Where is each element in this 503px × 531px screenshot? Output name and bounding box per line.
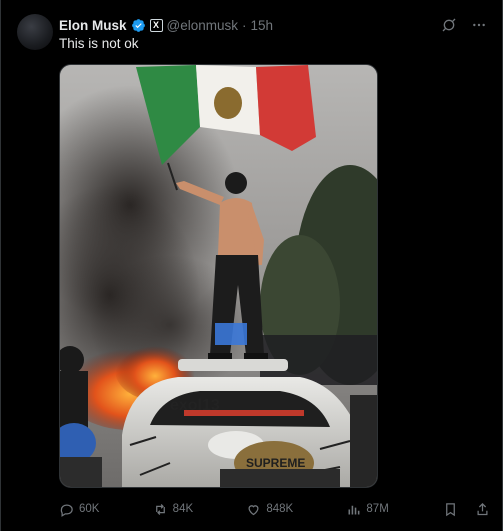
cap-text: SUPREME	[246, 456, 305, 470]
grok-icon[interactable]	[440, 16, 458, 34]
author-name[interactable]: Elon Musk	[59, 18, 127, 33]
author-handle[interactable]: @elonmusk	[167, 18, 238, 33]
secondary-actions	[442, 500, 492, 518]
repost-button[interactable]: 84K	[153, 502, 193, 517]
tweet-photo[interactable]: exol13 SUPREME	[59, 64, 378, 488]
views-button[interactable]: 87M	[346, 502, 389, 517]
x-affiliate-badge-icon[interactable]: X	[149, 18, 163, 32]
verified-badge-icon[interactable]	[131, 18, 146, 33]
tweet-actions-bar: 60K 84K 848K 87M	[59, 500, 492, 518]
tweet-text: This is not ok	[59, 36, 139, 51]
share-icon[interactable]	[474, 500, 492, 518]
top-right-controls	[440, 16, 488, 34]
car-roof-sensor	[178, 359, 288, 371]
police-light	[215, 323, 247, 345]
tweet-container: Elon Musk X @elonmusk · 15h This is not …	[0, 0, 503, 531]
coat-of-arms-icon	[214, 87, 242, 119]
views-chart-icon	[348, 505, 360, 514]
repost-icon	[155, 503, 165, 515]
tweet-timestamp[interactable]: 15h	[251, 18, 274, 33]
separator-dot: ·	[242, 17, 247, 33]
repost-count: 84K	[172, 503, 194, 515]
bookmark-icon[interactable]	[442, 500, 460, 518]
heart-icon	[248, 504, 259, 515]
reply-button[interactable]: 60K	[59, 502, 99, 517]
reply-icon	[60, 504, 73, 517]
car-graffiti-text: exol13	[170, 397, 220, 414]
tweet-header: Elon Musk X @elonmusk · 15h	[59, 16, 273, 34]
views-count: 87M	[366, 503, 389, 515]
author-avatar[interactable]	[17, 14, 53, 50]
like-count: 848K	[266, 503, 294, 515]
reply-count: 60K	[79, 503, 100, 515]
more-options-icon[interactable]	[470, 16, 488, 34]
like-button[interactable]: 848K	[246, 502, 293, 517]
